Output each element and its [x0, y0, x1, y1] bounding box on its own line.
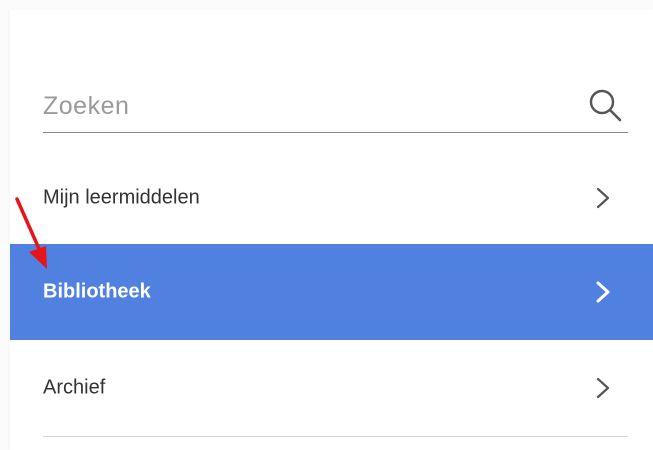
menu-item-label: Mijn leermiddelen	[43, 186, 200, 209]
menu-item-mijn-leermiddelen[interactable]: Mijn leermiddelen	[10, 150, 653, 246]
search-input[interactable]	[43, 88, 563, 124]
menu-item-label: Archief	[43, 376, 106, 399]
search-bar	[43, 80, 628, 133]
menu-item-archief[interactable]: Archief	[10, 340, 653, 436]
chevron-right-icon	[593, 376, 613, 400]
menu-divider	[43, 436, 628, 437]
chevron-right-icon	[593, 186, 613, 210]
chevron-right-icon	[593, 280, 613, 304]
menu-item-bibliotheek[interactable]: Bibliotheek	[10, 244, 653, 340]
navigation-panel: Mijn leermiddelen Bibliotheek Archief	[10, 10, 653, 450]
search-icon[interactable]	[586, 86, 624, 124]
menu-item-label: Bibliotheek	[43, 280, 151, 303]
